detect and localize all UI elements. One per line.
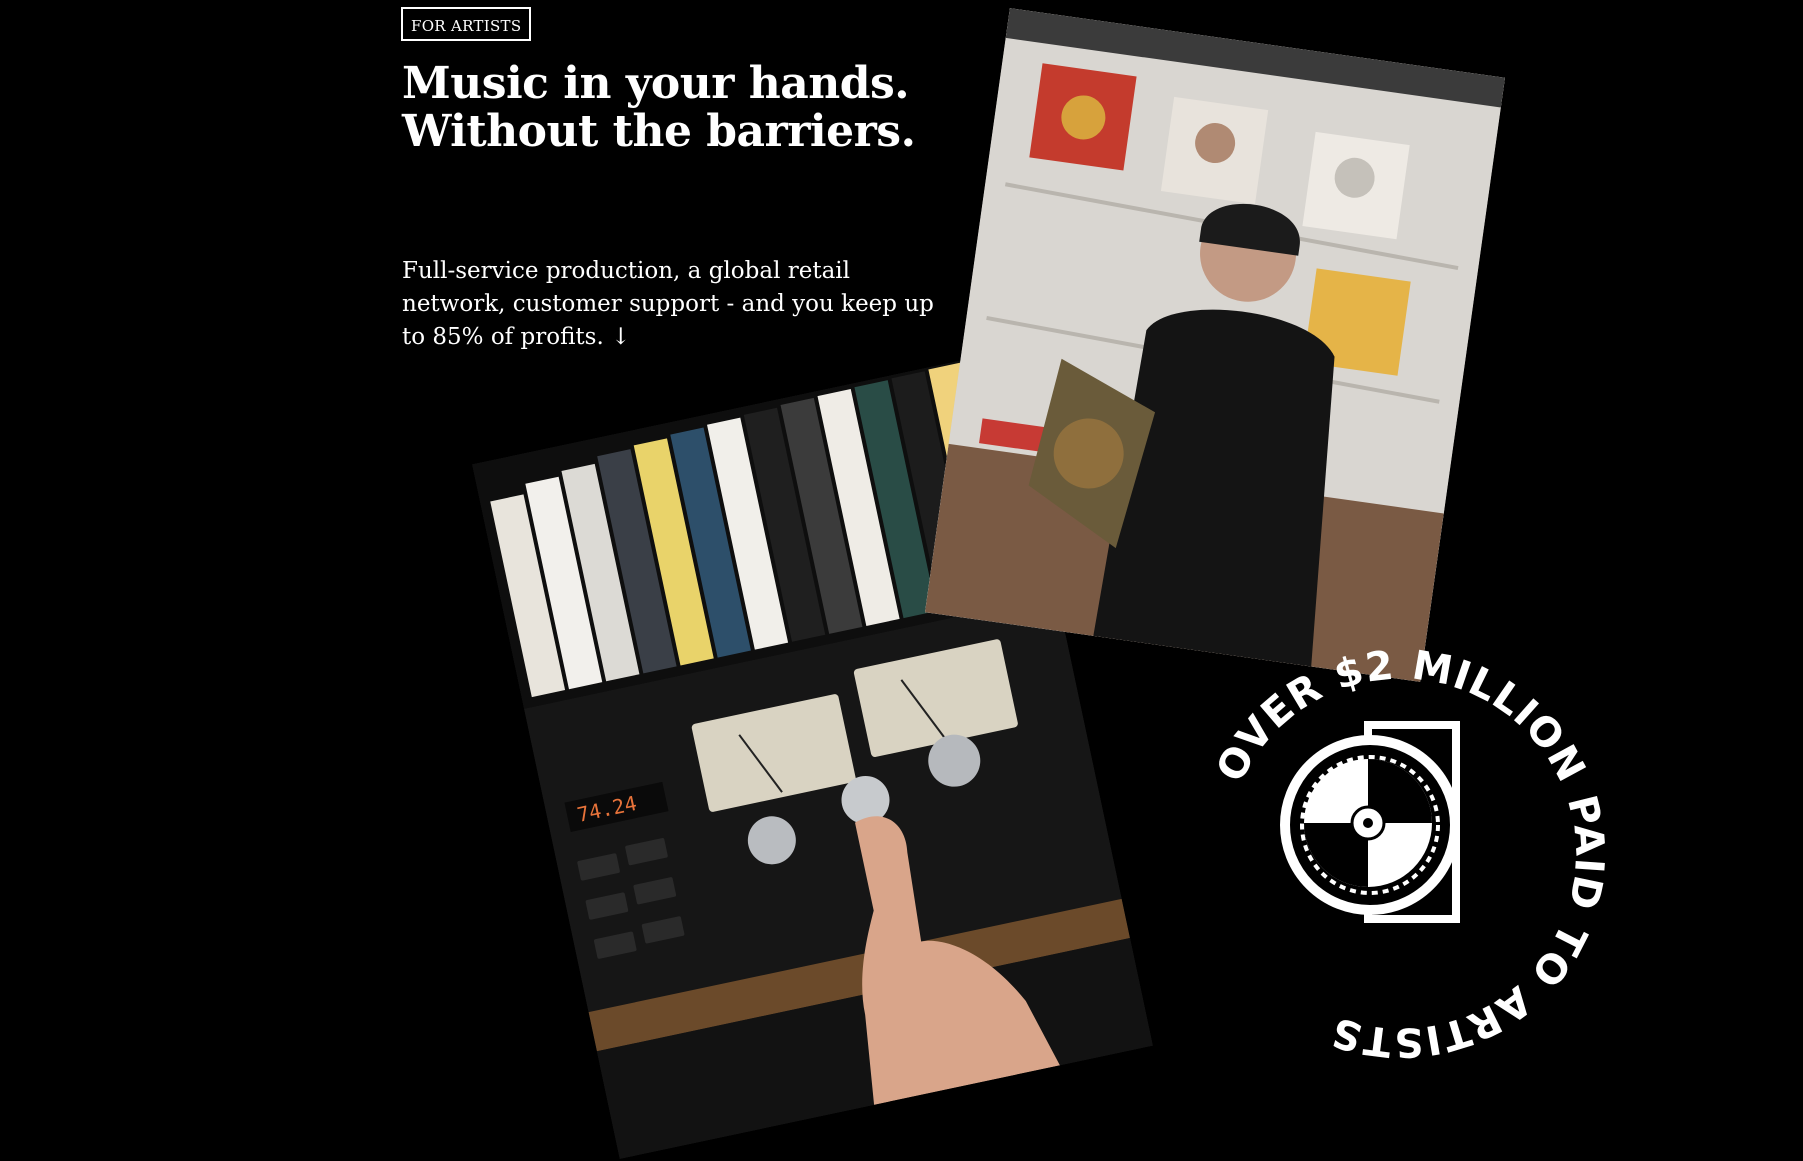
hero-section: FOR ARTISTS Music in your hands. Without…	[0, 0, 1803, 1161]
payout-stamp: OVER $2 MILLION PAID TO ARTISTS	[1160, 575, 1612, 1075]
payout-stamp-graphic: OVER $2 MILLION PAID TO ARTISTS	[1208, 642, 1612, 1065]
hero-subcopy: Full-service production, a global retail…	[402, 258, 934, 350]
hero-headline: Music in your hands. Without the barrier…	[402, 58, 916, 157]
for-artists-badge: FOR ARTISTS	[401, 7, 532, 41]
vinyl-record-coin-icon	[1280, 721, 1460, 923]
